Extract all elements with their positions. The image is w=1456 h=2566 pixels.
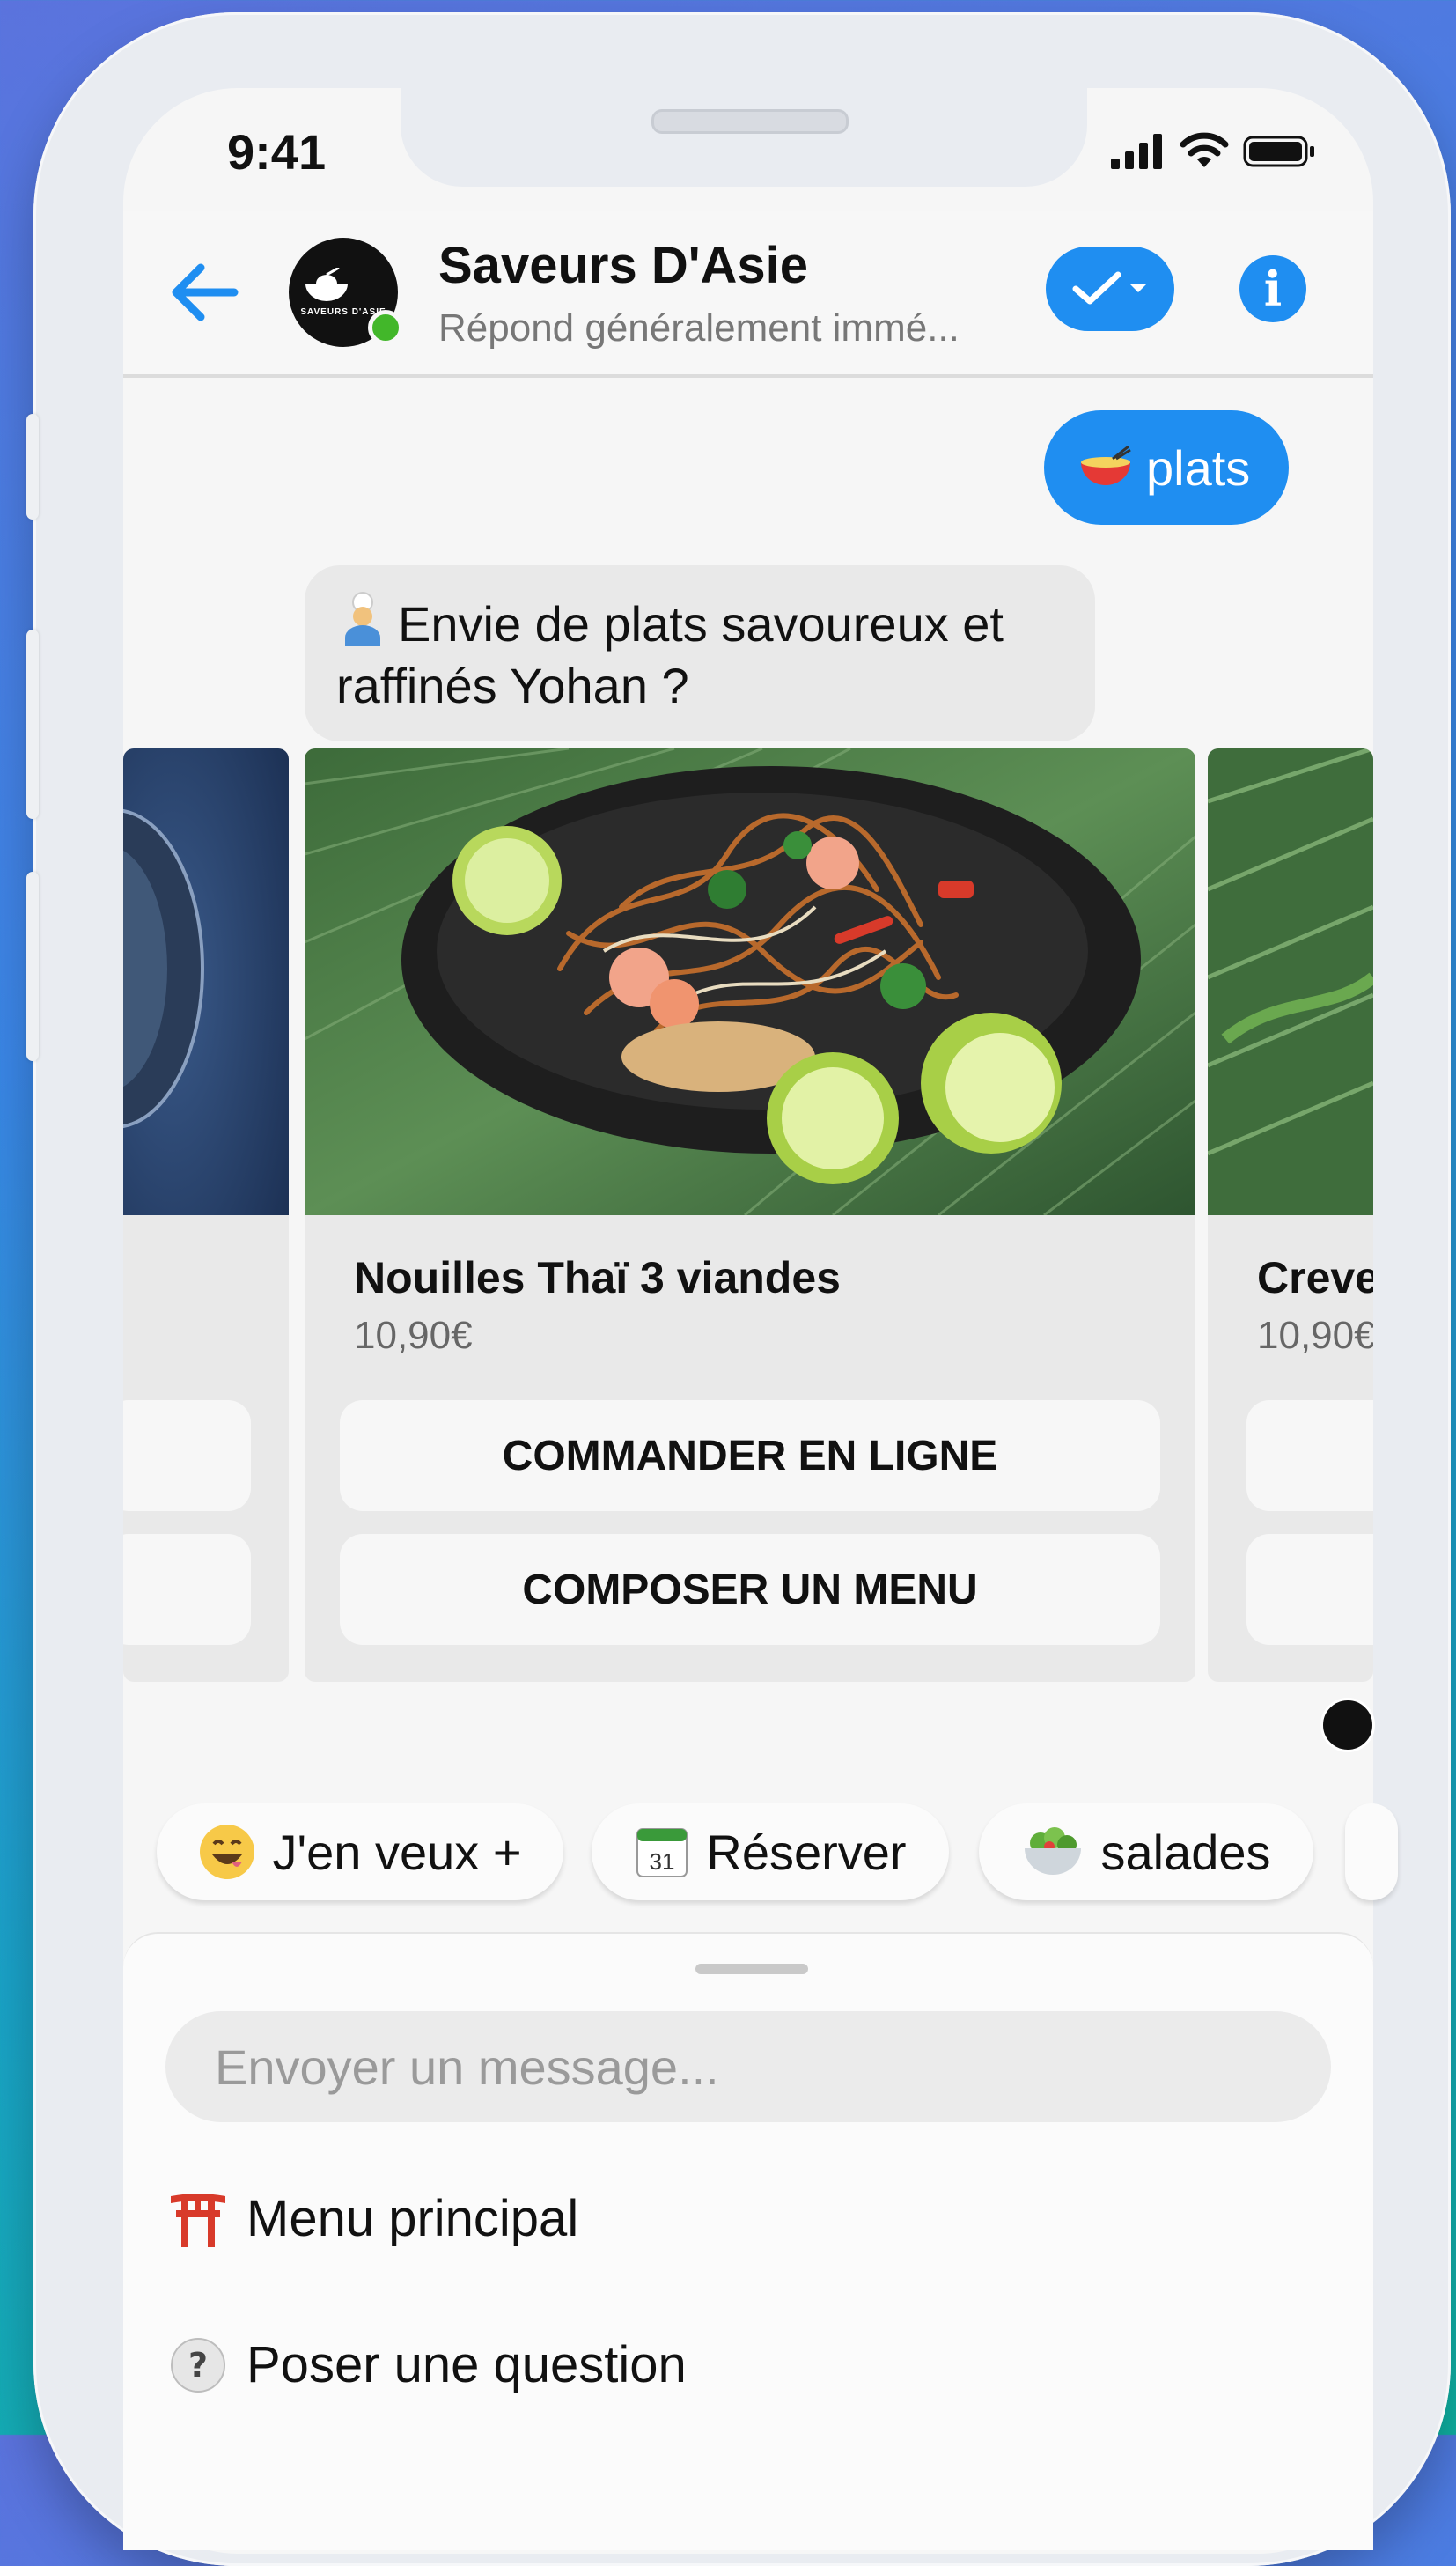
rice-bowl-icon: SAVEURS D'ASIE	[300, 266, 386, 318]
quick-reply-more[interactable]: J'en veux +	[157, 1803, 563, 1900]
quick-reply-label: Réserver	[706, 1824, 907, 1880]
signal-icon	[1111, 134, 1162, 169]
grinning-face-icon	[200, 1825, 255, 1879]
noodle-bowl-icon	[1081, 446, 1131, 485]
product-title: Nouilles Thaï 3 viandes	[354, 1253, 841, 1302]
product-title: Creve	[1257, 1253, 1373, 1302]
phone-side-button	[26, 872, 39, 1061]
user-message-text: plats	[1146, 439, 1251, 496]
phone-side-button	[26, 630, 39, 819]
phone-speaker	[651, 109, 849, 134]
phone-side-button	[26, 414, 39, 520]
back-arrow-icon	[172, 263, 239, 321]
svg-text:?: ?	[188, 2346, 208, 2385]
drag-handle[interactable]	[695, 1964, 808, 1974]
calendar-icon: 31	[636, 1828, 688, 1877]
product-card-previous[interactable]	[123, 748, 289, 1682]
status-icons	[1111, 132, 1317, 169]
read-receipt-avatar	[1320, 1698, 1375, 1752]
quick-reply-reserve[interactable]: 31 Réserver	[592, 1803, 949, 1900]
battery-icon	[1243, 136, 1314, 167]
user-message-bubble: plats	[1044, 410, 1290, 525]
chevron-down-icon	[1130, 284, 1146, 292]
product-price: 10,90€	[354, 1314, 473, 1357]
message-input[interactable]	[165, 2011, 1331, 2122]
phone-notch	[401, 88, 1087, 187]
composer-panel: Menu principal ? Poser une question	[123, 1932, 1373, 2550]
torii-gate-icon	[171, 2193, 225, 2247]
question-icon: ?	[171, 2337, 225, 2393]
card-button[interactable]	[123, 1534, 251, 1645]
menu-item-question[interactable]: ? Poser une question	[169, 2335, 687, 2394]
quick-reply-label: J'en veux +	[272, 1824, 522, 1880]
menu-item-label: Poser une question	[246, 2336, 687, 2393]
online-status-dot	[368, 310, 403, 345]
checkmark-icon	[1072, 271, 1121, 305]
compose-menu-button[interactable]: COMPOSER UN MENU	[340, 1534, 1160, 1645]
response-time-subtitle: Répond généralement immé...	[438, 306, 960, 350]
card-button[interactable]	[1246, 1400, 1373, 1511]
product-image	[305, 748, 1195, 1215]
done-dropdown-button[interactable]	[1046, 247, 1174, 331]
product-card-next[interactable]: Creve 10,90€	[1208, 748, 1373, 1682]
order-online-button[interactable]: COMMANDER EN LIGNE	[340, 1400, 1160, 1511]
product-image	[1208, 748, 1373, 1215]
info-button[interactable]: i	[1239, 255, 1306, 322]
product-image	[123, 748, 289, 1215]
back-button[interactable]	[165, 257, 245, 328]
page-title[interactable]: Saveurs D'Asie	[438, 236, 808, 295]
status-time: 9:41	[227, 124, 327, 180]
chef-icon	[345, 592, 380, 646]
bot-message-text: Envie de plats savoureux et raffinés Yoh…	[336, 596, 1004, 713]
conversation-header: SAVEURS D'ASIE Saveurs D'Asie Répond gén…	[123, 211, 1373, 378]
wifi-icon	[1180, 132, 1229, 167]
salad-bowl-icon	[1025, 1827, 1082, 1875]
calendar-day: 31	[650, 1848, 675, 1875]
bot-message-bubble: Envie de plats savoureux et raffinés Yoh…	[305, 565, 1095, 741]
card-button[interactable]	[1246, 1534, 1373, 1645]
menu-item-label: Menu principal	[246, 2190, 579, 2247]
product-price: 10,90€	[1257, 1314, 1373, 1357]
quick-reply-overflow[interactable]	[1345, 1803, 1398, 1900]
quick-reply-label: salades	[1100, 1824, 1271, 1880]
quick-reply-salads[interactable]: salades	[979, 1803, 1313, 1900]
menu-item-main[interactable]: Menu principal	[169, 2189, 578, 2248]
product-card[interactable]: Nouilles Thaï 3 viandes 10,90€ COMMANDER…	[305, 748, 1195, 1682]
card-button[interactable]	[123, 1400, 251, 1511]
